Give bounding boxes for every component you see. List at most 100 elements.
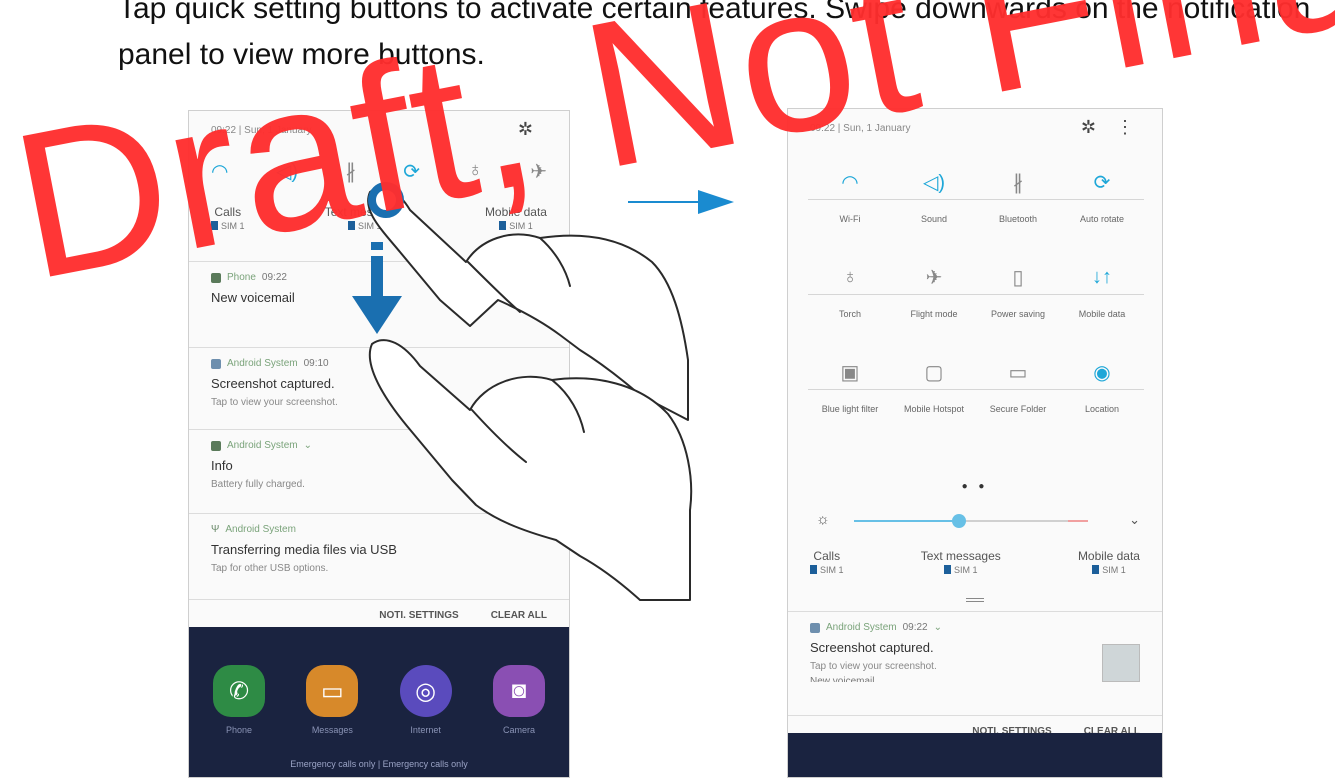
tile-mobile-data[interactable]: ↓↑ Mobile data <box>1060 260 1144 355</box>
tile-flight-mode[interactable]: ✈ Flight mode <box>892 260 976 355</box>
sim-value: SIM 1 <box>1102 565 1126 575</box>
tile-sound[interactable]: ◁) Sound <box>892 165 976 260</box>
app-label: Internet <box>410 725 441 735</box>
notif-title: Screenshot captured. <box>810 640 934 655</box>
tile-divider <box>976 294 1060 295</box>
bluetooth-icon: ∦ <box>1013 171 1023 194</box>
tile-wi-fi[interactable]: ◠ Wi-Fi <box>808 165 892 260</box>
power-saving-icon: ▯ <box>1012 266 1024 289</box>
brightness-control: ☼ ⌄ <box>816 511 1140 531</box>
sim-mobile-data[interactable]: Mobile data SIM 1 <box>1078 549 1140 575</box>
chevron-down-icon[interactable]: ⌄ <box>934 622 942 633</box>
notif-app: Android System <box>826 622 897 633</box>
notif-app: Android System <box>225 524 296 535</box>
secure-folder-icon: ▭ <box>1008 361 1028 384</box>
app-label: Phone <box>225 725 253 735</box>
tile-torch[interactable]: ♁ Torch <box>808 260 892 355</box>
app-phone[interactable]: ✆ Phone <box>211 665 267 735</box>
camera-icon: ◙ <box>492 665 545 717</box>
sim-label: Mobile data <box>1077 549 1140 563</box>
noti-settings-button[interactable]: NOTI. SETTINGS <box>379 610 458 621</box>
tile-label: Mobile data <box>1078 309 1126 319</box>
tile-blue-light-filter[interactable]: ▣ Blue light filter <box>808 355 892 450</box>
tile-label: Blue light filter <box>821 404 879 414</box>
brightness-fill <box>854 520 960 522</box>
notif-title: New voicemail <box>211 290 295 305</box>
tile-location[interactable]: ◉ Location <box>1060 355 1144 450</box>
sim-card-icon <box>943 565 951 574</box>
tile-divider <box>976 389 1060 390</box>
brightness-end-segment <box>1068 520 1088 522</box>
tile-secure-folder[interactable]: ▭ Secure Folder <box>976 355 1060 450</box>
notif-sub: Tap to view your screenshot. <box>211 397 338 408</box>
notif-time: 09:22 <box>902 622 928 633</box>
app-internet[interactable]: ◎ Internet <box>398 665 454 735</box>
phone-icon: ✆ <box>213 665 265 717</box>
app-messages[interactable]: ▭ Messages <box>304 665 360 735</box>
tile-label: Flight mode <box>910 309 958 319</box>
tile-label: Secure Folder <box>989 404 1047 414</box>
tile-mobile-hotspot[interactable]: ▢ Mobile Hotspot <box>892 355 976 450</box>
location-icon: ◉ <box>1093 361 1111 384</box>
tile-divider <box>1060 294 1144 295</box>
chevron-down-icon[interactable]: ⌄ <box>304 440 312 451</box>
tile-power-saving[interactable]: ▯ Power saving <box>976 260 1060 355</box>
notif-sub: Tap to view your screenshot. <box>810 661 937 672</box>
tile-divider <box>808 389 892 390</box>
blue-light-icon: ▣ <box>840 361 860 384</box>
page-indicator: ● ● <box>961 481 989 492</box>
tile-label: Location <box>1084 404 1120 414</box>
quick-settings-grid: ◠ Wi-Fi ◁) Sound ∦ Bluetooth ⟳ Auto rotate ♁ Torc… <box>808 165 1144 450</box>
notification-screenshot[interactable]: Android System 09:10 Screenshot captured.… <box>189 347 569 418</box>
notif-app: Android System <box>227 358 298 369</box>
app-label: Messages <box>311 725 353 735</box>
tile-divider <box>976 199 1060 200</box>
tile-divider <box>892 294 976 295</box>
app-camera[interactable]: ◙ Camera <box>491 665 547 735</box>
right-phone-screenshot: 09:22 | Sun, 1 January ✲ ⋮ ◠ Wi-Fi ◁) Sound… <box>787 108 1163 778</box>
home-screen: ✆ Phone ▭ Messages ◎ Internet ◙ Camera Emerg… <box>189 627 569 777</box>
auto-rotate-icon: ⟳ <box>1093 171 1111 194</box>
brightness-knob[interactable] <box>952 514 967 528</box>
notification-info[interactable]: Android System ⌄ Info Battery fully charg… <box>189 429 569 500</box>
tile-divider <box>808 199 892 200</box>
image-icon <box>211 358 221 369</box>
sound-icon: ◁) <box>922 171 946 194</box>
brightness-slider[interactable] <box>854 514 1088 528</box>
notification-screenshot[interactable]: Android System 09:22 ⌄ Screenshot captured… <box>788 611 1162 692</box>
sim-tag: SIM 1 <box>810 565 844 575</box>
sim-calls[interactable]: Calls SIM 1 <box>810 549 844 575</box>
tile-label: Auto rotate <box>1079 214 1125 224</box>
sim-label: Calls <box>813 549 841 563</box>
screenshot-thumbnail[interactable] <box>1102 644 1140 682</box>
sim-card-icon <box>1092 565 1100 574</box>
tile-divider <box>1060 389 1144 390</box>
hotspot-icon: ▢ <box>924 361 944 384</box>
notif-time: 09:10 <box>303 358 329 369</box>
battery-icon <box>211 440 221 451</box>
home-screen-strip <box>788 733 1162 777</box>
wifi-icon: ◠ <box>841 171 859 194</box>
sim-tag: SIM 1 <box>1092 565 1126 575</box>
messages-icon: ▭ <box>306 665 359 717</box>
app-label: Camera <box>502 725 535 735</box>
tile-label: Sound <box>920 214 948 224</box>
emergency-text: Emergency calls only | Emergency calls o… <box>290 759 468 769</box>
sim-label: Text messages <box>920 549 1001 563</box>
tile-bluetooth[interactable]: ∦ Bluetooth <box>976 165 1060 260</box>
tile-auto-rotate[interactable]: ⟳ Auto rotate <box>1060 165 1144 260</box>
tile-label: Power saving <box>990 309 1046 319</box>
notif-app: Android System <box>227 440 298 451</box>
airplane-icon: ✈ <box>925 266 943 289</box>
clear-all-button[interactable]: CLEAR ALL <box>491 610 547 621</box>
notif-peek: New voicemail <box>810 676 875 682</box>
sim-messages[interactable]: Text messages SIM 1 <box>921 549 1001 575</box>
notification-usb[interactable]: Ψ Android System Transferring media files… <box>189 513 569 584</box>
more-options-icon[interactable]: ⋮ <box>1116 117 1134 138</box>
tile-label: Torch <box>838 309 861 319</box>
drag-handle[interactable] <box>966 598 984 602</box>
chevron-down-icon[interactable]: ⌄ <box>1129 512 1140 528</box>
tile-divider <box>1060 199 1144 200</box>
sim-tag: SIM 1 <box>943 565 977 575</box>
tile-label: Wi-Fi <box>839 214 861 224</box>
